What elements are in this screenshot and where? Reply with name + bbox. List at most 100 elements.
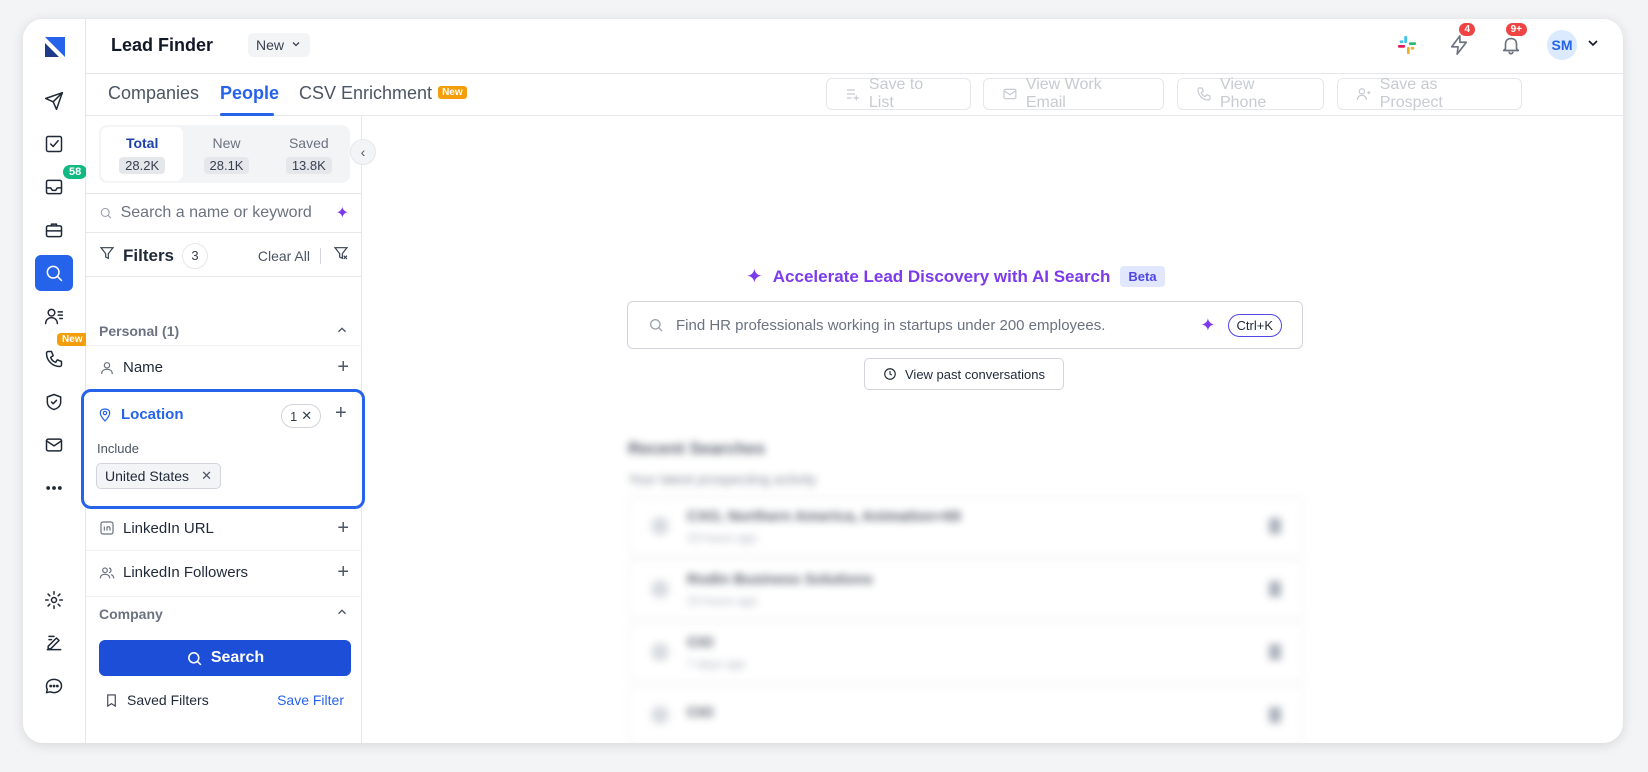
- filter-settings-icon[interactable]: [333, 245, 349, 266]
- ai-search-title: Accelerate Lead Discovery with AI Search: [772, 266, 1111, 286]
- search-icon: [100, 207, 112, 219]
- filter-row-linkedin-url[interactable]: LinkedIn URL +: [86, 506, 362, 550]
- delete-icon[interactable]: [1269, 581, 1281, 597]
- recent-search-time: 23 hours ago: [687, 593, 758, 608]
- collapse-panel-button[interactable]: ‹: [350, 139, 376, 165]
- notifications-badge: 9+: [1505, 23, 1527, 36]
- location-count: 1: [290, 408, 298, 424]
- location-label: Location: [121, 406, 184, 423]
- keyword-search-input[interactable]: [120, 204, 328, 222]
- filter-row-label: LinkedIn URL: [123, 519, 214, 537]
- tab-csv-label: CSV Enrichment: [299, 83, 433, 103]
- stat-label: New: [212, 134, 241, 151]
- tab-csv-enrichment[interactable]: CSV Enrichment New: [299, 83, 467, 104]
- search-history-icon: [651, 643, 669, 661]
- search-history-icon: [651, 580, 669, 598]
- tab-people[interactable]: People: [220, 83, 279, 104]
- recent-search-time: 23 hours ago: [687, 530, 758, 545]
- tabs-row: Companies People CSV Enrichment New Save …: [86, 74, 1623, 116]
- shield-icon[interactable]: [35, 384, 73, 420]
- clock-icon: [884, 368, 896, 380]
- filter-row-label: LinkedIn Followers: [123, 564, 249, 581]
- save-to-list-button[interactable]: Save to List: [826, 76, 971, 111]
- lightning-icon[interactable]: 4: [1443, 23, 1475, 61]
- filter-panel: Total 28.2K New 28.1K Saved 13.8K ✦ Filt…: [81, 116, 365, 743]
- ai-search-input[interactable]: [676, 316, 1189, 334]
- close-icon: ✕: [301, 408, 313, 423]
- tab-companies[interactable]: Companies: [108, 83, 199, 104]
- ai-sparkle-icon[interactable]: ✦: [1200, 315, 1215, 336]
- send-icon[interactable]: [35, 83, 73, 119]
- search-button-label: Search: [210, 649, 265, 666]
- clear-all-button[interactable]: Clear All: [258, 247, 321, 264]
- plus-icon[interactable]: +: [337, 561, 349, 584]
- location-filter-card: Location 1 ✕ + Include United States ✕: [81, 389, 365, 509]
- app-logo-icon[interactable]: [41, 33, 69, 61]
- filter-row-label: Name: [123, 359, 164, 376]
- inbox-badge: 58: [63, 165, 88, 179]
- mail-icon[interactable]: [35, 427, 73, 463]
- linkedin-icon: [100, 521, 114, 535]
- chat-icon[interactable]: [35, 668, 73, 704]
- view-work-email-button[interactable]: View Work Email: [983, 76, 1164, 111]
- phone-icon: [1197, 87, 1211, 101]
- stat-saved[interactable]: Saved 13.8K: [268, 125, 350, 183]
- contacts-icon[interactable]: [35, 298, 73, 334]
- stat-new[interactable]: New 28.1K: [185, 125, 267, 183]
- settings-icon[interactable]: [35, 582, 73, 618]
- phone-icon[interactable]: New: [35, 333, 88, 377]
- search-icon[interactable]: [35, 255, 73, 291]
- inbox-icon[interactable]: 58: [35, 165, 88, 205]
- delete-icon[interactable]: [1269, 518, 1281, 534]
- mode-dropdown[interactable]: New: [248, 33, 311, 57]
- recent-search-item[interactable]: CIO 7 days ago: [628, 622, 1304, 682]
- view-phone-label: View Phone: [1219, 76, 1267, 111]
- ai-search-box: ✦ Ctrl+K: [627, 301, 1303, 349]
- beta-badge: Beta: [1120, 266, 1165, 287]
- close-icon[interactable]: ✕: [201, 468, 212, 484]
- plus-icon[interactable]: +: [337, 356, 349, 379]
- bell-icon[interactable]: 9+: [1495, 23, 1527, 61]
- save-filter-link[interactable]: Save Filter: [277, 692, 344, 708]
- company-section-header[interactable]: Company: [86, 596, 362, 630]
- bookmark-icon: [107, 693, 116, 707]
- company-section-label: Company: [99, 605, 163, 622]
- view-phone-button[interactable]: View Phone: [1177, 76, 1324, 111]
- personal-section-header[interactable]: Personal (1): [86, 314, 362, 348]
- recent-searches-subtitle: Your latest prospecting activity: [628, 471, 817, 487]
- user-menu[interactable]: SM: [1547, 30, 1601, 60]
- filter-row-name[interactable]: Name +: [86, 345, 362, 389]
- plus-icon[interactable]: +: [335, 402, 347, 425]
- feedback-icon[interactable]: [35, 625, 73, 661]
- search-icon: [650, 319, 663, 332]
- delete-icon[interactable]: [1269, 644, 1281, 660]
- include-label: Include: [97, 441, 139, 456]
- location-filter-header[interactable]: Location: [97, 406, 184, 423]
- plus-icon[interactable]: +: [337, 517, 349, 540]
- view-past-conversations-button[interactable]: View past conversations: [864, 358, 1064, 390]
- recent-search-item[interactable]: CIO: [628, 685, 1304, 743]
- location-chip-label: United States: [105, 468, 190, 484]
- ai-sparkle-icon: ✦: [746, 266, 763, 288]
- filters-count: 3: [182, 242, 209, 269]
- list-add-icon: [846, 89, 859, 101]
- slack-icon[interactable]: [1391, 29, 1423, 61]
- app-window: 58 New Lead Finder New 4 9+ SM Companies…: [23, 19, 1623, 743]
- ai-sparkle-icon[interactable]: ✦: [336, 203, 349, 223]
- calls-new-tag: New: [57, 333, 88, 346]
- delete-icon[interactable]: [1269, 707, 1281, 723]
- search-button[interactable]: Search: [99, 640, 351, 676]
- more-icon[interactable]: [35, 470, 73, 506]
- recent-search-item[interactable]: Rodin Business Solutions 23 hours ago: [628, 559, 1304, 619]
- user-add-icon: [1356, 88, 1371, 100]
- location-count-badge[interactable]: 1 ✕: [281, 404, 322, 428]
- filter-row-linkedin-followers[interactable]: LinkedIn Followers +: [86, 550, 362, 594]
- stat-total[interactable]: Total 28.2K: [101, 127, 184, 181]
- recent-search-item[interactable]: CXO, Northern America, Animation+69 23 h…: [628, 496, 1304, 556]
- chevron-up-icon: [335, 605, 349, 622]
- briefcase-icon[interactable]: [35, 212, 73, 248]
- save-as-prospect-button[interactable]: Save as Prospect: [1337, 76, 1522, 111]
- saved-filters-link[interactable]: Saved Filters: [127, 692, 209, 708]
- tasks-icon[interactable]: [35, 126, 73, 162]
- chevron-down-icon: [290, 37, 302, 53]
